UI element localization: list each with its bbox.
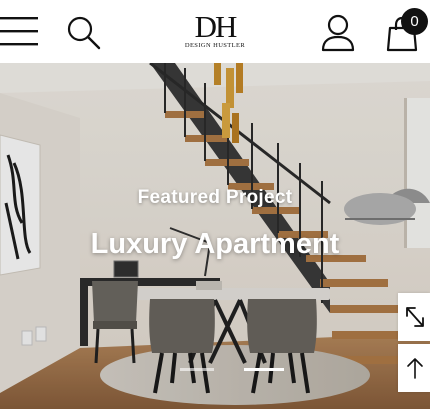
slider-dot-active[interactable] [244,368,284,371]
hero-banner[interactable]: Featured Project Luxury Apartment [0,63,430,409]
site-header: DH DESIGN HUSTLER 0 [0,0,430,63]
user-icon[interactable] [318,14,358,52]
expand-button[interactable] [398,293,430,341]
logo-tagline: DESIGN HUSTLER [184,42,246,49]
back-to-top-button[interactable] [398,344,430,392]
site-logo[interactable]: DH DESIGN HUSTLER [180,9,250,52]
logo-mark: DH [194,9,238,44]
hero-title: Luxury Apartment [90,228,340,260]
expand-arrows-icon [406,307,424,327]
cart-count-badge[interactable]: 0 [401,8,428,35]
search-icon[interactable] [66,15,102,51]
hero-kicker: Featured Project [137,187,293,208]
slider-dot[interactable] [180,368,214,371]
hamburger-menu-icon[interactable] [0,14,40,48]
slider-dots [0,368,430,374]
arrow-up-icon [407,358,423,379]
